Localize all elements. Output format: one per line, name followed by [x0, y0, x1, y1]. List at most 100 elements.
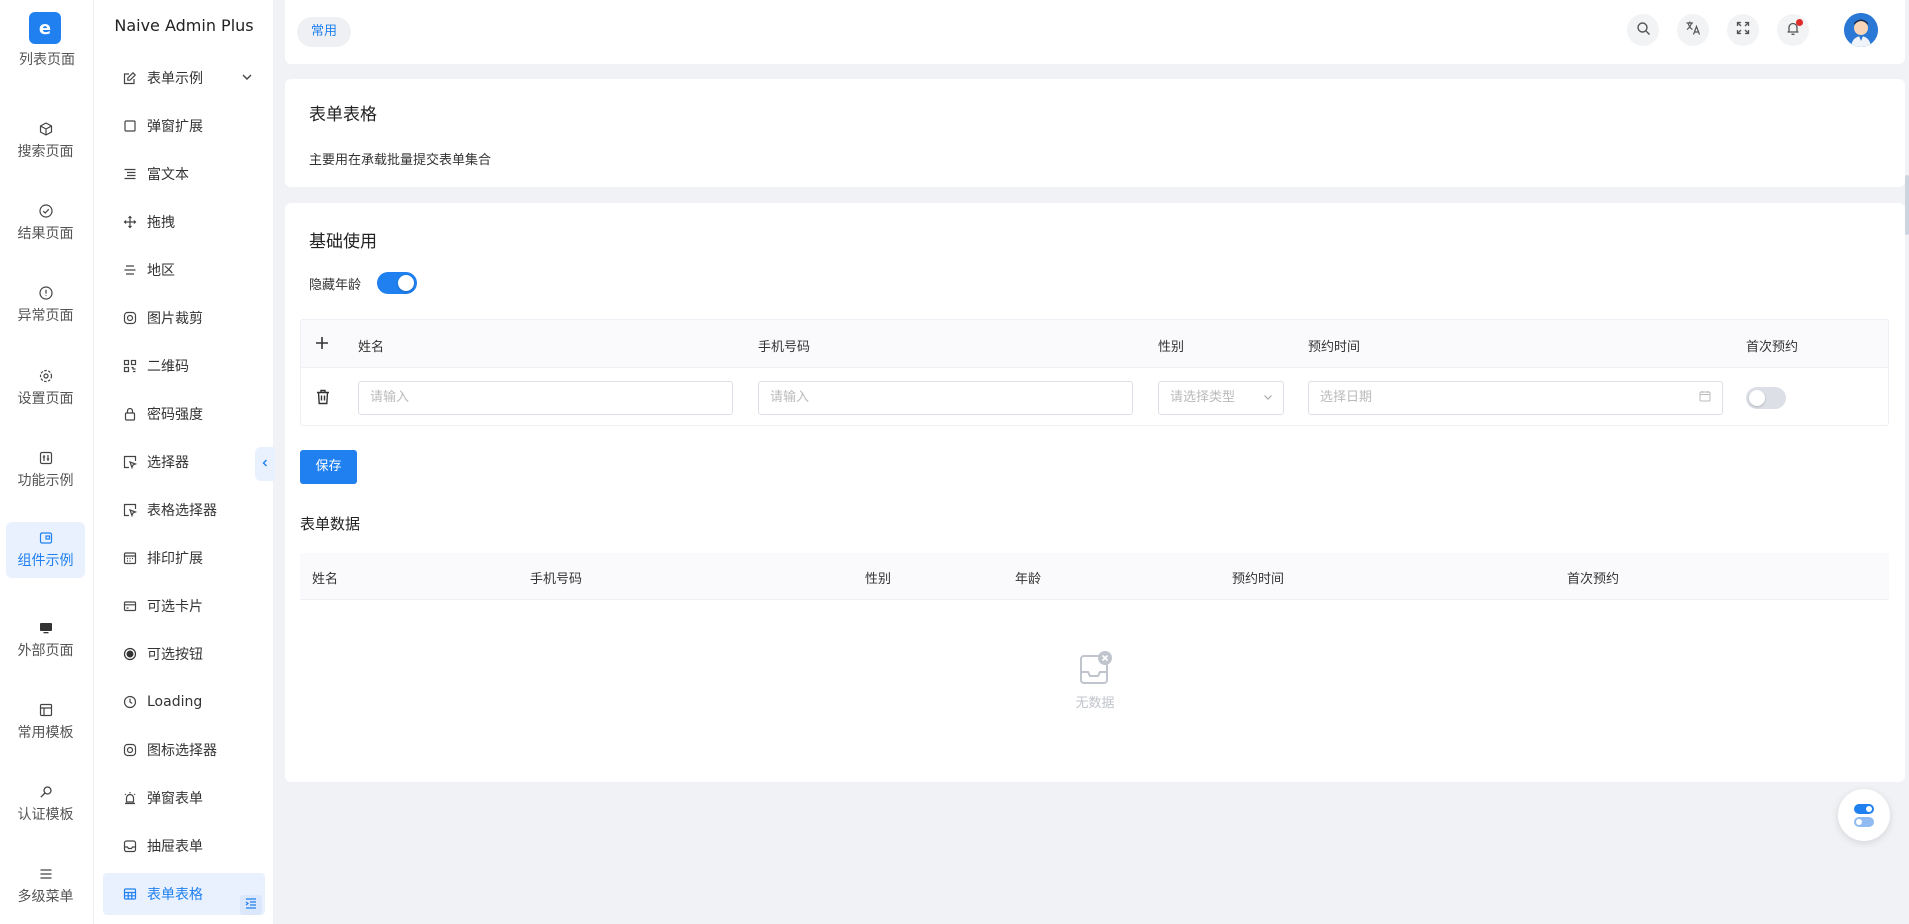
- data-column-age: 年龄: [1015, 572, 1042, 587]
- submenu-item-rich-text[interactable]: 富文本: [103, 153, 265, 195]
- save-button[interactable]: 保存: [300, 450, 357, 484]
- submenu-item-region[interactable]: 地区: [103, 249, 265, 291]
- submenu-item-drag[interactable]: 拖拽: [103, 201, 265, 243]
- user-avatar[interactable]: [1844, 13, 1878, 47]
- rail-item-exception[interactable]: 异常页面: [6, 277, 85, 333]
- submenu-item-image-crop[interactable]: 图片裁剪: [103, 297, 265, 339]
- data-column-phone: 手机号码: [530, 572, 583, 587]
- language-button[interactable]: [1677, 14, 1709, 46]
- page-scrollbar[interactable]: [1905, 175, 1909, 235]
- search-button[interactable]: [1627, 14, 1659, 46]
- date-picker[interactable]: 选择日期: [1308, 381, 1723, 415]
- submenu-item-qrcode[interactable]: 二维码: [103, 345, 265, 387]
- column-time: 预约时间: [1308, 340, 1361, 355]
- add-row-icon[interactable]: [314, 335, 330, 355]
- chevron-down-icon[interactable]: [241, 71, 253, 87]
- column-first: 首次预约: [1746, 340, 1799, 355]
- rail-item-auth[interactable]: 认证模板: [6, 776, 85, 832]
- gear-icon: [39, 369, 53, 383]
- name-input[interactable]: 请输入: [358, 381, 733, 415]
- column-gender: 性别: [1158, 340, 1185, 355]
- intro-card: 表单表格 主要用在承载批量提交表单集合: [285, 79, 1905, 187]
- submenu-item-modal-ext[interactable]: 弹窗扩展: [103, 105, 265, 147]
- data-column-first: 首次预约: [1567, 572, 1620, 587]
- edit-icon: [123, 71, 137, 85]
- rail-item-multilevel[interactable]: 多级菜单: [6, 858, 85, 914]
- rail-item-search[interactable]: 搜索页面: [6, 113, 85, 169]
- submenu-item-icon-selector[interactable]: 图标选择器: [103, 729, 265, 771]
- pointer-box-icon: [123, 455, 137, 469]
- check-circle-icon: [38, 203, 53, 218]
- fullscreen-icon: [1736, 21, 1750, 39]
- chevron-down-icon: [1263, 383, 1273, 415]
- hide-age-label: 隐藏年龄: [309, 278, 362, 293]
- section-title-basic: 基础使用: [309, 232, 377, 252]
- notifications-button[interactable]: [1777, 14, 1809, 46]
- indent-icon: [245, 897, 257, 913]
- submenu-item-selectable-button[interactable]: 可选按钮: [103, 633, 265, 675]
- menu-icon: [39, 867, 53, 881]
- alarm-icon: [123, 791, 137, 805]
- rail-item-list[interactable]: 列表页面: [0, 52, 93, 72]
- rail-item-templates[interactable]: 常用模板: [6, 694, 85, 750]
- data-table-header: 姓名 手机号码 性别 年龄 预约时间 首次预约: [300, 553, 1889, 600]
- tab-common[interactable]: 常用: [297, 17, 352, 47]
- submenu-item-table-selector[interactable]: 表格选择器: [103, 489, 265, 531]
- column-phone: 手机号码: [758, 340, 811, 355]
- data-column-time: 预约时间: [1232, 572, 1285, 587]
- submenu-item-selectable-card[interactable]: 可选卡片: [103, 585, 265, 627]
- empty-text: 无数据: [1075, 696, 1115, 711]
- layout-icon: [39, 703, 53, 717]
- page-description: 主要用在承载批量提交表单集合: [309, 153, 492, 168]
- submenu-item-modal-form[interactable]: 弹窗表单: [103, 777, 265, 819]
- rail-item-features[interactable]: 功能示例: [6, 442, 85, 498]
- data-column-gender: 性别: [865, 572, 892, 587]
- rail-item-external[interactable]: 外部页面: [6, 612, 85, 668]
- column-name: 姓名: [358, 340, 385, 355]
- submenu-item-typography[interactable]: 排印扩展: [103, 537, 265, 579]
- top-header: 常用: [285, 0, 1905, 64]
- translate-icon: [1685, 20, 1701, 40]
- e-logo-icon[interactable]: e: [29, 12, 61, 44]
- rail-item-components[interactable]: 组件示例: [6, 522, 85, 578]
- submenu-item-loading[interactable]: Loading: [103, 681, 265, 723]
- cube-icon: [39, 121, 53, 136]
- radio-dot-icon: [123, 647, 137, 661]
- menu-tree-button[interactable]: [240, 895, 262, 915]
- table-icon: [123, 887, 137, 901]
- first-appointment-switch[interactable]: [1746, 387, 1786, 409]
- key-icon: [39, 785, 53, 799]
- theme-settings-button[interactable]: [1838, 789, 1890, 841]
- delete-row-icon[interactable]: [316, 389, 330, 409]
- form-grid-header: 姓名 手机号码 性别 预约时间 首次预约: [301, 320, 1888, 368]
- rail-item-settings[interactable]: 设置页面: [6, 360, 85, 416]
- rail-item-result[interactable]: 结果页面: [6, 195, 85, 251]
- submenu-item-drawer-form[interactable]: 抽屉表单: [103, 825, 265, 867]
- clock-icon: [123, 695, 137, 709]
- sliders-icon: [39, 451, 53, 465]
- data-column-name: 姓名: [312, 572, 339, 587]
- form-grid: 姓名 手机号码 性别 预约时间 首次预约 请输入 请输入 请选择类型 选择日期: [300, 319, 1889, 426]
- fullscreen-button[interactable]: [1727, 14, 1759, 46]
- submenu-item-selector[interactable]: 选择器: [103, 441, 265, 483]
- section-title-form-data: 表单数据: [300, 515, 361, 533]
- lock-icon: [123, 407, 137, 421]
- page-title: 表单表格: [309, 105, 377, 125]
- toggle-icon: [1854, 803, 1874, 814]
- hide-age-switch[interactable]: [377, 272, 417, 294]
- component-icon: [39, 531, 53, 545]
- calendar-icon: [1699, 383, 1711, 415]
- collapse-sidebar-button[interactable]: [255, 447, 275, 481]
- square-icon: [123, 119, 137, 133]
- credit-card-icon: [123, 599, 137, 613]
- app-title: Naive Admin Plus: [114, 16, 254, 35]
- submenu-item-password-strength[interactable]: 密码强度: [103, 393, 265, 435]
- icon-rail: e 列表页面 搜索页面 结果页面 异常页面 设置页面 功能示例 组件示例 外部页…: [0, 0, 94, 924]
- phone-input[interactable]: 请输入: [758, 381, 1133, 415]
- gender-select[interactable]: 请选择类型: [1158, 381, 1284, 415]
- submenu-item-form-examples[interactable]: 表单示例: [103, 57, 265, 99]
- qrcode-icon: [123, 359, 137, 373]
- instagram-icon: [123, 311, 137, 325]
- switch-knob: [398, 275, 414, 291]
- empty-state: 无数据: [1060, 650, 1130, 711]
